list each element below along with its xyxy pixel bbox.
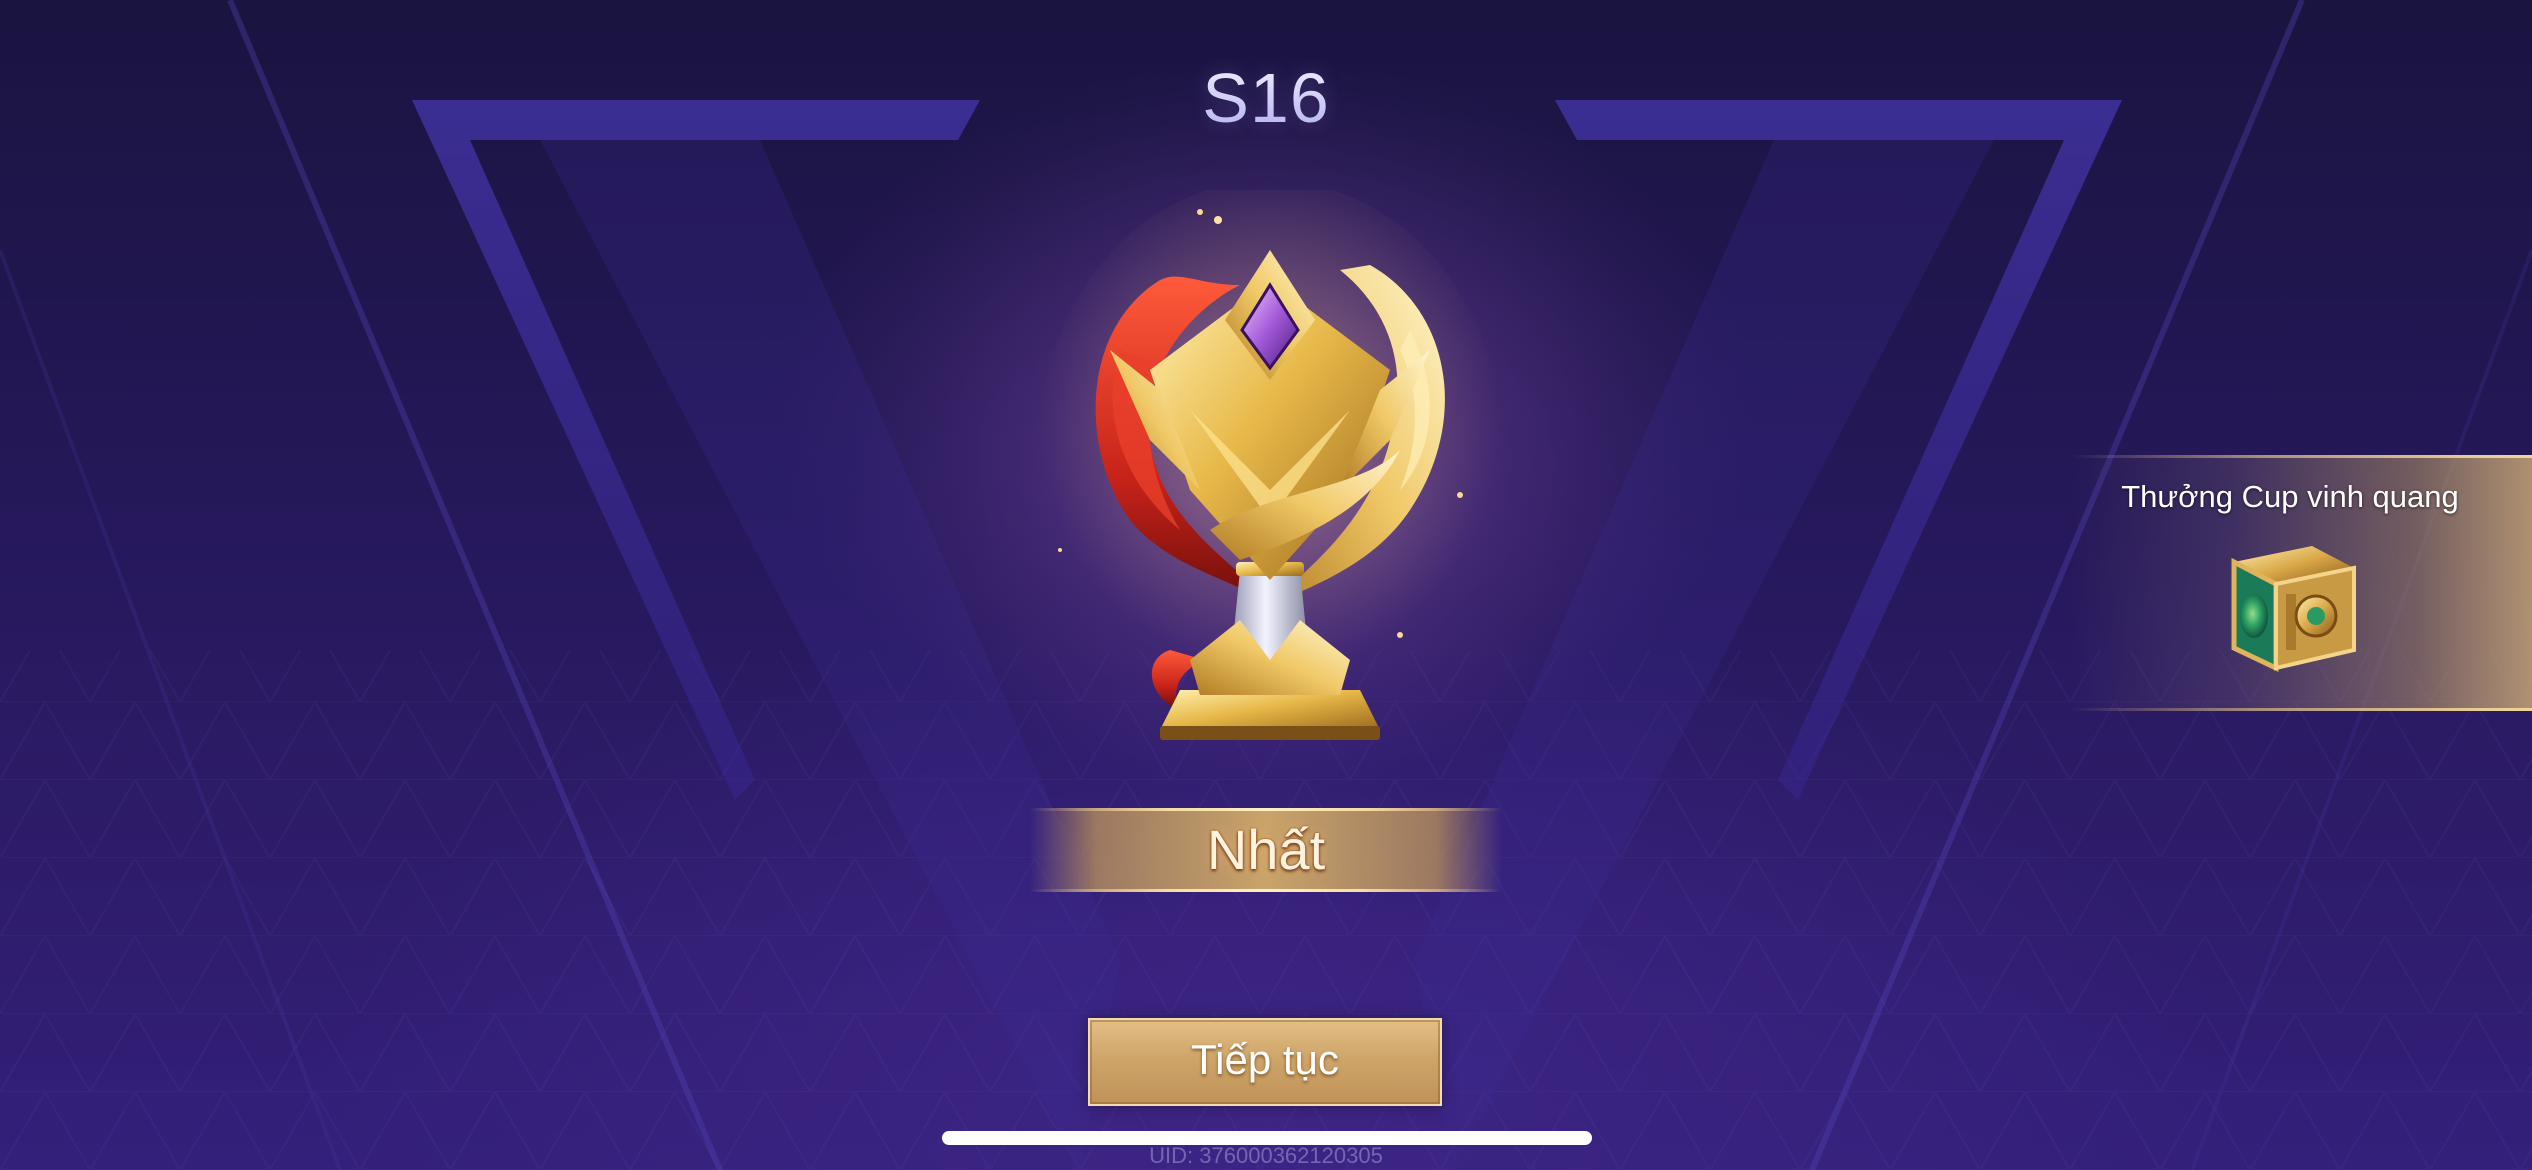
season-result-screen: S16 Nhất Thưởng Cup vinh quang Tiếp tục … [0, 0, 2532, 1170]
uid-label: UID: 376000362120305 [1149, 1143, 1383, 1168]
season-title: S16 [0, 58, 2532, 138]
rank-banner: Nhất [1030, 808, 1502, 892]
treasure-chest-icon[interactable] [2220, 540, 2362, 676]
continue-button[interactable]: Tiếp tục [1088, 1018, 1442, 1106]
gold-trophy-icon [1040, 190, 1500, 740]
rank-label: Nhất [1206, 818, 1326, 881]
continue-button-label: Tiếp tục [1191, 1036, 1339, 1083]
reward-title: Thưởng Cup vinh quang [2121, 479, 2459, 514]
